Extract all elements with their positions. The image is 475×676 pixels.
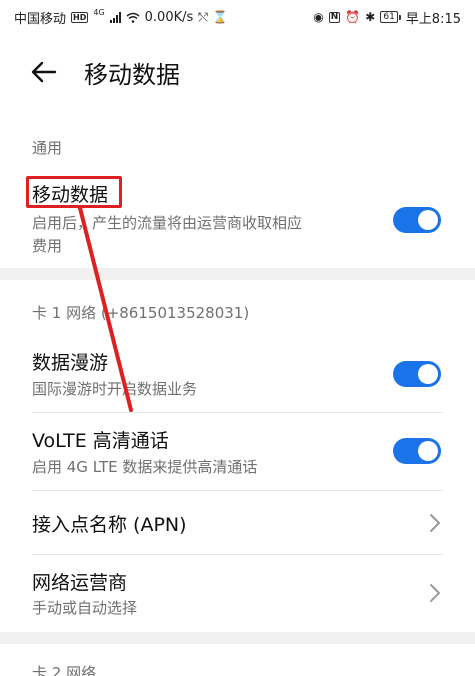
network-operator-row[interactable]: 网络运营商 手动或自动选择 [0,558,475,628]
section-label-sim2: 卡 2 网络 [32,664,97,676]
toggle-knob [418,210,438,230]
signal-icon [109,11,121,23]
nfc-icon: N [328,11,341,23]
chevron-right-icon [430,514,440,532]
apn-row[interactable]: 接入点名称 (APN) [0,492,475,554]
data-roaming-subtitle: 国际漫游时开启数据业务 [32,380,198,398]
hourglass-icon: ⌛ [212,10,228,24]
network-speed: 0.00K/s [144,9,194,25]
battery-icon: 61 [380,11,401,23]
network-operator-subtitle: 手动或自动选择 [32,599,138,617]
section-label-sim1: 卡 1 网络 (+8615013528031) [32,304,250,322]
row-divider [32,412,443,413]
data-roaming-title: 数据漫游 [32,352,109,374]
alarm-icon: ⏰ [345,10,361,24]
chevron-right-icon [430,584,440,602]
status-bar: 中国移动 HD 4G 0.00K/s ⤲ ⌛ ◉ N ⏰ ✱ 61 早上8:15 [0,0,475,34]
mobile-data-toggle[interactable] [393,207,441,233]
highlight-box [26,176,122,208]
apn-title: 接入点名称 (APN) [32,514,187,536]
bluetooth-icon: ✱ [365,10,376,24]
volte-row[interactable]: VoLTE 高清通话 启用 4G LTE 数据来提供高清通话 [0,418,475,490]
clock: 早上8:15 [405,11,461,27]
toggle-knob [418,441,438,461]
data-saver-icon: ⤲ [198,10,208,24]
mobile-data-subtitle-line1: 启用后，产生的流量将由运营商收取相应 [32,214,303,232]
hd-icon: HD [71,11,89,23]
back-arrow-icon [31,61,57,83]
status-bar-left: 中国移动 HD 4G 0.00K/s ⤲ ⌛ [14,8,228,27]
eye-icon: ◉ [313,10,324,24]
page-header: 移动数据 [0,44,475,100]
mobile-data-subtitle: 启用后，产生的流量将由运营商收取相应 费用 [32,212,382,258]
mobile-data-subtitle-line2: 费用 [32,237,63,255]
wifi-icon [126,12,140,23]
page-title: 移动数据 [84,60,180,89]
data-roaming-row[interactable]: 数据漫游 国际漫游时开启数据业务 [0,340,475,412]
volte-title: VoLTE 高清通话 [32,430,169,452]
volte-toggle[interactable] [393,438,441,464]
battery-level: 61 [380,11,398,23]
network-type-label: 4G [93,8,105,17]
section-separator [0,268,475,280]
section-separator [0,632,475,644]
back-button[interactable] [14,44,74,100]
toggle-knob [418,364,438,384]
data-roaming-toggle[interactable] [393,361,441,387]
network-operator-title: 网络运营商 [32,572,128,594]
volte-subtitle: 启用 4G LTE 数据来提供高清通话 [32,458,258,476]
row-divider [32,554,443,555]
section-label-general: 通用 [32,139,63,157]
row-divider [32,490,443,491]
status-bar-right: ◉ N ⏰ ✱ 61 早上8:15 [313,8,461,27]
carrier-name: 中国移动 [14,11,67,27]
